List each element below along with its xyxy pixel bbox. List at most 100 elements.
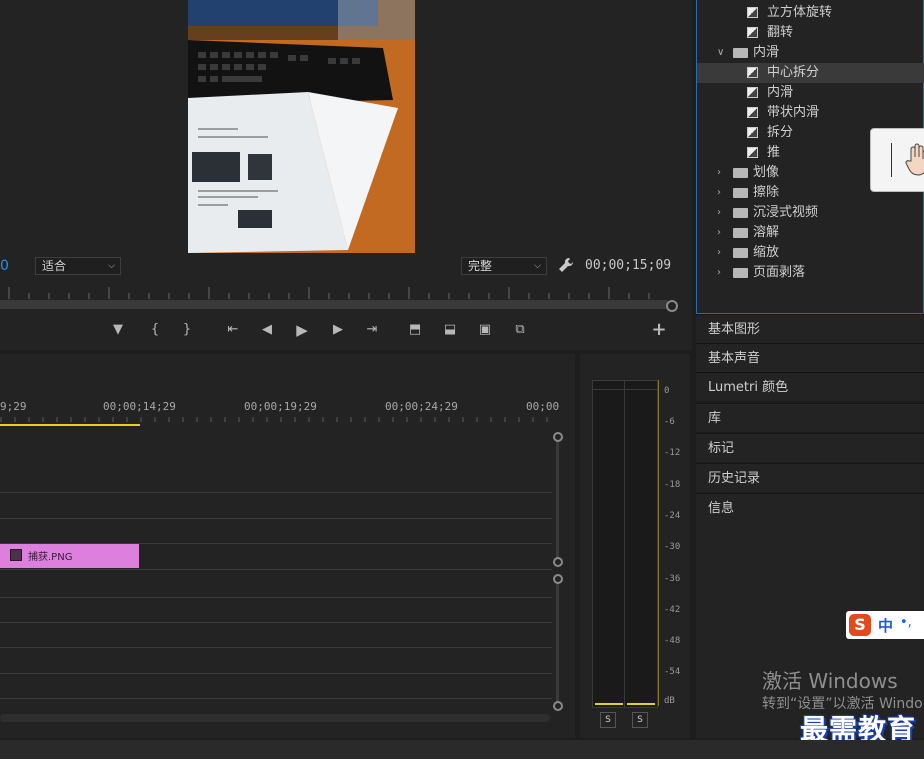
clip-name: 捕获.PNG — [28, 552, 73, 563]
track-divider — [0, 622, 552, 623]
solo-right-button[interactable]: S — [632, 712, 648, 728]
effects-item-row[interactable]: 中心拆分 — [697, 63, 924, 83]
ime-punctuation-toggle[interactable]: •, — [900, 615, 912, 630]
ime-toolbar[interactable]: S 中 •, — [846, 611, 924, 639]
meter-level-left — [595, 703, 623, 705]
chevron-right-icon[interactable]: › — [717, 263, 721, 283]
effects-item-label: 立方体旋转 — [767, 5, 833, 20]
timeline-ruler-ticks[interactable] — [0, 414, 552, 422]
scrollbar-handle[interactable] — [553, 432, 563, 442]
transition-effect-icon — [747, 7, 758, 18]
zoom-level-select[interactable]: 适合 ⌵ — [35, 257, 121, 275]
effects-item-row[interactable]: 翻转 — [697, 23, 924, 43]
db-label: -54 — [664, 667, 681, 677]
panel-libraries[interactable]: 库 — [696, 403, 924, 432]
effects-item-label: 带状内滑 — [767, 105, 820, 120]
db-label: 0 — [664, 386, 670, 396]
scrollbar-handle[interactable] — [553, 701, 563, 711]
chevron-right-icon[interactable]: › — [717, 203, 721, 223]
scrollbar-handle[interactable] — [553, 557, 563, 567]
transition-effect-icon — [747, 127, 758, 138]
meter-level-right — [627, 703, 655, 705]
effects-folder-row[interactable]: › 缩放 — [697, 243, 924, 263]
status-bar — [0, 740, 924, 759]
db-label: -36 — [664, 574, 681, 584]
video-preview[interactable] — [188, 0, 415, 253]
panel-lumetri-color[interactable]: Lumetri 颜色 — [696, 372, 924, 401]
ruler-timecode: 00;00;24;29 — [385, 400, 458, 413]
chevron-right-icon[interactable]: › — [717, 183, 721, 203]
ruler-timecode: 00;00 — [526, 400, 560, 413]
track-divider — [0, 698, 552, 699]
export-frame-icon[interactable]: ▣ — [475, 320, 495, 340]
scrub-bar-handle[interactable] — [666, 300, 678, 312]
effects-item-label: 擦除 — [753, 185, 780, 200]
effects-item-row[interactable]: 立方体旋转 — [697, 3, 924, 23]
effects-item-label: 翻转 — [767, 25, 794, 40]
panel-info[interactable]: 信息 — [696, 493, 924, 522]
video-tracks-scrollbar[interactable] — [556, 436, 559, 560]
go-to-out-icon[interactable]: ⇥ — [362, 320, 382, 340]
folder-icon — [733, 248, 748, 258]
audio-meter-panel: 0 -6 -12 -18 -24 -30 -36 -42 -48 -54 dB … — [580, 354, 690, 738]
video-frame-image — [188, 0, 415, 253]
folder-icon — [733, 268, 748, 278]
effects-item-label: 拆分 — [767, 125, 794, 140]
db-label: -30 — [664, 542, 681, 552]
monitor-time-ruler[interactable] — [0, 287, 665, 299]
effects-folder-row[interactable]: › 溶解 — [697, 223, 924, 243]
monitor-scrub-bar[interactable] — [0, 300, 668, 309]
effects-item-row[interactable]: 内滑 — [697, 83, 924, 103]
marker-icon[interactable]: ▼ — [108, 320, 128, 340]
ime-language-toggle[interactable]: 中 — [878, 615, 893, 636]
effects-item-label: 沉浸式视频 — [753, 205, 819, 220]
step-forward-icon[interactable]: ▶ — [328, 320, 348, 340]
effects-folder-row[interactable]: › 页面剥落 — [697, 263, 924, 283]
track-divider — [0, 673, 552, 674]
play-icon[interactable]: ▶ — [292, 320, 312, 340]
mark-in-icon[interactable]: { — [145, 320, 165, 340]
mark-out-icon[interactable]: } — [177, 320, 197, 340]
timeline-clip[interactable]: 捕获.PNG — [0, 544, 139, 568]
timeline-panel: 9;29 00;00;14;29 00;00;19;29 00;00;24;29… — [0, 354, 575, 738]
db-label: -18 — [664, 480, 681, 490]
solo-left-button[interactable]: S — [600, 712, 616, 728]
comparison-view-icon[interactable]: ⧉ — [510, 320, 530, 340]
panel-essential-sound[interactable]: 基本声音 — [696, 343, 924, 372]
chevron-right-icon[interactable]: › — [717, 163, 721, 183]
channel-divider — [624, 381, 625, 707]
effects-item-row[interactable]: 带状内滑 — [697, 103, 924, 123]
playback-resolution-select[interactable]: 完整 ⌵ — [461, 257, 547, 275]
chevron-right-icon[interactable]: › — [717, 223, 721, 243]
wrench-icon[interactable] — [557, 256, 575, 274]
effects-folder-row[interactable]: ∨ 内滑 — [697, 43, 924, 63]
step-back-icon[interactable]: ◀ — [257, 320, 277, 340]
folder-icon — [733, 208, 748, 218]
add-button-icon[interactable]: + — [649, 320, 669, 340]
scrollbar-handle[interactable] — [553, 574, 563, 584]
audio-tracks-scrollbar[interactable] — [556, 578, 559, 708]
effects-folder-row[interactable]: › 沉浸式视频 — [697, 203, 924, 223]
duration-timecode: 00;00;15;09 — [585, 258, 672, 273]
playhead-timecode[interactable]: 0 — [0, 258, 9, 274]
panel-history[interactable]: 历史记录 — [696, 463, 924, 492]
track-divider — [0, 597, 552, 598]
work-area-bar[interactable] — [0, 424, 140, 426]
extract-icon[interactable]: ⬓ — [440, 320, 460, 340]
ruler-timecode: 00;00;19;29 — [244, 400, 317, 413]
timeline-horizontal-scrollbar[interactable] — [0, 714, 550, 722]
track-divider — [0, 492, 552, 493]
transition-effect-icon — [747, 67, 758, 78]
effects-item-label: 溶解 — [753, 225, 780, 240]
effects-item-label: 推 — [767, 145, 781, 160]
lift-icon[interactable]: ⬒ — [405, 320, 425, 340]
panel-markers[interactable]: 标记 — [696, 433, 924, 462]
folder-icon — [733, 168, 748, 178]
chevron-right-icon[interactable]: › — [717, 243, 721, 263]
chevron-down-icon[interactable]: ∨ — [717, 43, 724, 63]
zoom-level-value: 适合 — [42, 259, 67, 273]
go-to-in-icon[interactable]: ⇤ — [223, 320, 243, 340]
track-divider — [0, 518, 552, 519]
panel-essential-graphics[interactable]: 基本图形 — [696, 314, 924, 343]
program-monitor: 0 适合 ⌵ 完整 ⌵ 00;00;15;09 ▼ { } ⇤ ◀ ▶ ▶ ⇥ … — [0, 0, 692, 350]
